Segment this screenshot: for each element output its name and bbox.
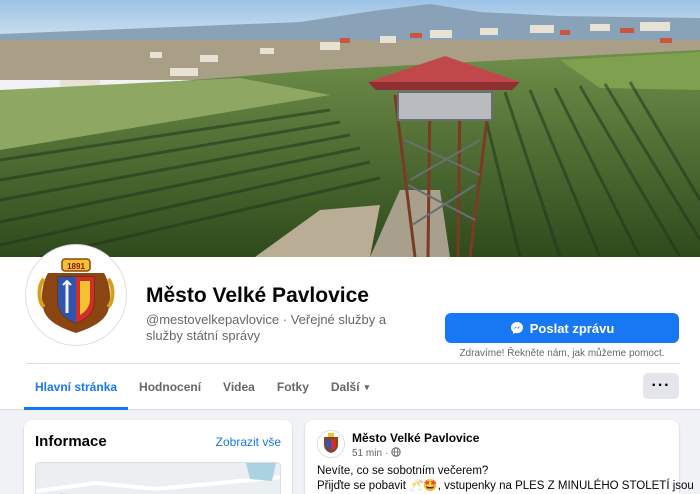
map-thumbnail[interactable] xyxy=(35,462,281,494)
send-message-button[interactable]: Poslat zprávu xyxy=(445,313,679,343)
separator-dot: · xyxy=(385,448,389,459)
tab-label: Hodnocení xyxy=(139,380,202,394)
post-line: Nevíte, co se sobotním večerem? xyxy=(317,465,489,477)
city-crest-icon: 1891 xyxy=(30,249,122,341)
tab-home[interactable]: Hlavní stránka xyxy=(24,365,129,410)
more-options-button[interactable]: ··· xyxy=(643,373,679,399)
tab-label: Hlavní stránka xyxy=(35,380,118,394)
chevron-down-icon: ▾ xyxy=(364,381,370,392)
page-title: Město Velké Pavlovice xyxy=(146,284,369,307)
post-meta: 51 min · xyxy=(352,447,402,460)
page-avatar[interactable]: 1891 xyxy=(26,245,126,345)
see-all-link[interactable]: Zobrazit vše xyxy=(216,435,281,449)
tab-label: Další xyxy=(330,380,360,394)
header-divider xyxy=(26,363,680,364)
tab-label: Videa xyxy=(223,380,255,394)
cover-photo[interactable] xyxy=(0,0,700,257)
messenger-icon xyxy=(510,321,524,335)
send-message-label: Poslat zprávu xyxy=(529,320,615,336)
svg-text:1891: 1891 xyxy=(67,262,85,271)
post-card: Město Velké Pavlovice 51 min · Nevíte, c… xyxy=(305,420,694,494)
post-author-name[interactable]: Město Velké Pavlovice xyxy=(352,431,479,445)
post-time[interactable]: 51 min xyxy=(352,448,382,459)
city-crest-icon xyxy=(318,431,344,457)
globe-icon xyxy=(391,447,402,460)
tab-label: Fotky xyxy=(276,380,309,394)
tab-photos[interactable]: Fotky xyxy=(266,365,320,409)
page-header: 1891 Město Velké Pavlovice @mestovelkepa… xyxy=(0,245,700,410)
page-handle-category: @mestovelkepavlovice · Veřejné služby a … xyxy=(146,312,387,343)
tab-more[interactable]: Další ▾ xyxy=(320,365,380,409)
post-line: Přijďte se pobavit 🥂🤩, vstupenky na PLES… xyxy=(317,480,694,492)
info-title: Informace xyxy=(35,433,107,450)
facebook-page: 1891 Město Velké Pavlovice @mestovelkepa… xyxy=(0,0,700,494)
ellipsis-icon: ··· xyxy=(651,377,671,394)
info-card: Informace Zobrazit vše xyxy=(24,420,292,494)
post-author-avatar[interactable] xyxy=(317,430,345,458)
tab-reviews[interactable]: Hodnocení xyxy=(128,365,212,409)
post-text: Nevíte, co se sobotním večerem? Přijďte … xyxy=(317,464,694,494)
page-tabs: Hlavní stránka Hodnocení Videa Fotky Dal… xyxy=(24,365,380,410)
tab-videos[interactable]: Videa xyxy=(212,365,266,409)
message-hint: Zdravíme! Řekněte nám, jak můžeme pomoct… xyxy=(459,348,665,359)
